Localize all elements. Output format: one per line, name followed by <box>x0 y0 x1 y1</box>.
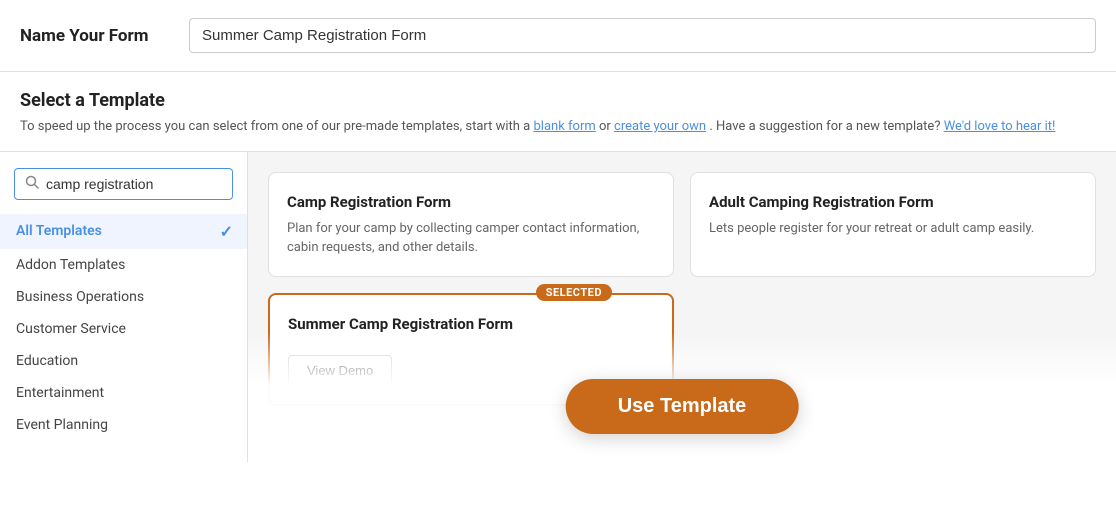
checkmark-icon: ✓ <box>220 222 233 241</box>
sidebar-item-customer-service[interactable]: Customer Service <box>0 313 247 345</box>
template-card-title-adult: Adult Camping Registration Form <box>709 193 1077 211</box>
sidebar-label-entertainment: Entertainment <box>16 385 104 401</box>
template-card-desc-camp: Plan for your camp by collecting camper … <box>287 219 655 258</box>
template-card-camp-registration[interactable]: Camp Registration Form Plan for your cam… <box>268 172 674 277</box>
desc-text-2: or <box>599 119 614 134</box>
select-template-desc: To speed up the process you can select f… <box>20 117 1096 137</box>
sidebar-label-all-templates: All Templates <box>16 223 102 239</box>
sidebar-label-business-operations: Business Operations <box>16 289 144 305</box>
sidebar-label-event-planning: Event Planning <box>16 417 108 433</box>
name-form-row: Name Your Form <box>0 0 1116 72</box>
desc-text-1: To speed up the process you can select f… <box>20 119 533 134</box>
use-template-button[interactable]: Use Template <box>566 379 799 434</box>
sidebar-item-entertainment[interactable]: Entertainment <box>0 377 247 409</box>
link-blank-form[interactable]: blank form <box>533 119 595 134</box>
view-demo-button[interactable]: View Demo <box>288 355 392 386</box>
main-content: All Templates ✓ Addon Templates Business… <box>0 151 1116 462</box>
sidebar-label-education: Education <box>16 353 78 369</box>
form-name-input[interactable] <box>189 18 1096 53</box>
templates-grid: Camp Registration Form Plan for your cam… <box>268 172 1096 406</box>
link-create-own[interactable]: create your own <box>614 119 706 134</box>
template-card-title-camp: Camp Registration Form <box>287 193 655 211</box>
sidebar-item-event-planning[interactable]: Event Planning <box>0 409 247 441</box>
name-form-label: Name Your Form <box>20 26 165 46</box>
sidebar-item-all-templates[interactable]: All Templates ✓ <box>0 214 247 249</box>
sidebar-label-customer-service: Customer Service <box>16 321 126 337</box>
desc-text-3: . Have a suggestion for a new template? <box>709 119 943 134</box>
template-card-adult-camping[interactable]: Adult Camping Registration Form Lets peo… <box>690 172 1096 277</box>
search-icon <box>25 175 39 193</box>
sidebar-label-addon-templates: Addon Templates <box>16 257 125 273</box>
sidebar-item-education[interactable]: Education <box>0 345 247 377</box>
select-template-title: Select a Template <box>20 90 1096 111</box>
templates-area: Camp Registration Form Plan for your cam… <box>248 152 1116 462</box>
search-wrapper <box>0 168 247 214</box>
select-template-section: Select a Template To speed up the proces… <box>0 72 1116 137</box>
sidebar: All Templates ✓ Addon Templates Business… <box>0 152 248 462</box>
sidebar-item-business-operations[interactable]: Business Operations <box>0 281 247 313</box>
use-template-overlay: Use Template <box>566 379 799 434</box>
page-container: Name Your Form Select a Template To spee… <box>0 0 1116 517</box>
template-card-desc-adult: Lets people register for your retreat or… <box>709 219 1077 239</box>
search-input[interactable] <box>46 176 222 192</box>
selected-badge: SELECTED <box>536 284 612 301</box>
template-card-title-summer: Summer Camp Registration Form <box>288 315 654 333</box>
link-suggestion[interactable]: We'd love to hear it! <box>944 119 1056 134</box>
search-box <box>14 168 233 200</box>
sidebar-item-addon-templates[interactable]: Addon Templates <box>0 249 247 281</box>
